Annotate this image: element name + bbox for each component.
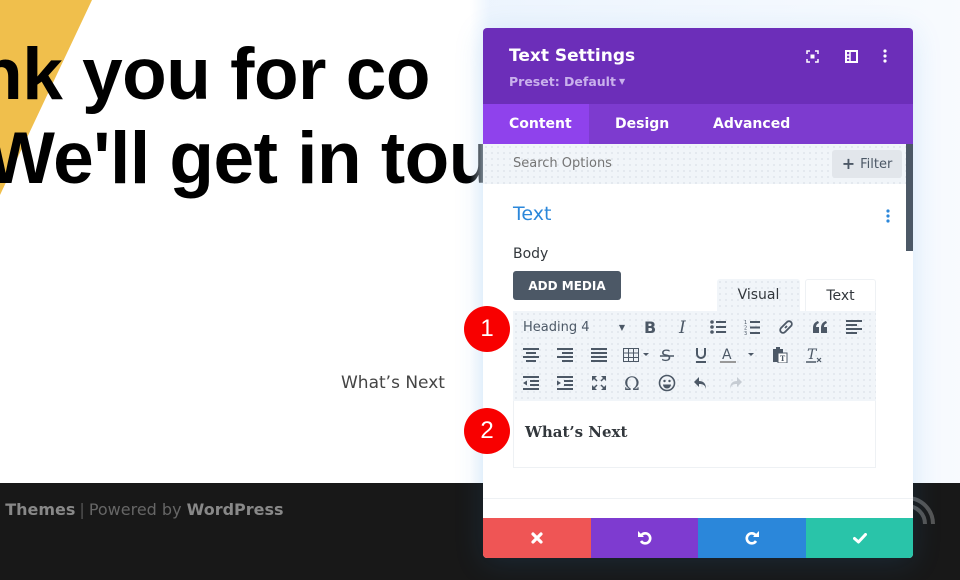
paste-as-text-icon[interactable]: T bbox=[767, 343, 793, 367]
svg-text:S: S bbox=[661, 347, 671, 363]
footer-powered-by: Powered by bbox=[88, 500, 182, 519]
preset-label: Preset: Default bbox=[509, 74, 616, 89]
format-select[interactable]: Heading 4 ▼ bbox=[523, 315, 625, 339]
filter-button[interactable]: + Filter bbox=[832, 150, 902, 178]
more-options-icon[interactable] bbox=[877, 48, 893, 64]
bold-icon[interactable]: B bbox=[637, 315, 663, 339]
svg-text:A: A bbox=[722, 347, 732, 363]
table-icon[interactable] bbox=[620, 343, 654, 367]
caret-down-icon: ▼ bbox=[618, 322, 625, 332]
settings-tabs: Content Design Advanced bbox=[483, 104, 913, 144]
editor-tab-text[interactable]: Text bbox=[805, 279, 876, 311]
format-select-value: Heading 4 bbox=[523, 319, 590, 335]
svg-text:B: B bbox=[644, 319, 656, 335]
align-right-icon[interactable] bbox=[552, 343, 578, 367]
whats-next-text: What’s Next bbox=[341, 373, 445, 393]
editor-tab-visual[interactable]: Visual bbox=[717, 279, 800, 311]
add-media-button[interactable]: ADD MEDIA bbox=[513, 271, 621, 300]
editor-heading-text: What’s Next bbox=[525, 423, 628, 441]
text-color-icon[interactable]: A bbox=[718, 343, 758, 367]
preset-selector[interactable]: Preset: Default ▼ bbox=[509, 74, 625, 89]
align-center-icon[interactable] bbox=[518, 343, 544, 367]
fullscreen-editor-icon[interactable] bbox=[586, 371, 612, 395]
checkmark-icon bbox=[852, 532, 867, 543]
strikethrough-icon[interactable]: S bbox=[654, 343, 680, 367]
editor-toolbar: Heading 4 ▼ B I 123 S A T T Ω bbox=[513, 311, 876, 401]
cancel-button[interactable] bbox=[483, 518, 591, 558]
svg-text:T: T bbox=[807, 347, 818, 363]
svg-text:Ω: Ω bbox=[624, 374, 640, 392]
close-icon bbox=[531, 532, 543, 544]
clear-formatting-icon[interactable]: T bbox=[801, 343, 827, 367]
annotation-badge-2: 2 bbox=[464, 408, 510, 454]
undo-button[interactable] bbox=[591, 518, 698, 558]
link-icon[interactable] bbox=[773, 315, 799, 339]
panel-action-bar bbox=[483, 518, 913, 558]
filter-label: Filter bbox=[860, 156, 893, 172]
indent-icon[interactable] bbox=[552, 371, 578, 395]
panel-scrollbar[interactable] bbox=[906, 144, 913, 251]
body-label: Body bbox=[513, 246, 549, 262]
save-button[interactable] bbox=[806, 518, 913, 558]
page: ank you for co We'll get in tou What’s N… bbox=[0, 0, 960, 580]
svg-text:I: I bbox=[678, 319, 686, 335]
blockquote-icon[interactable] bbox=[807, 315, 833, 339]
editor-content-area[interactable]: What’s Next bbox=[513, 401, 876, 468]
hero-heading-line-2: We'll get in tou bbox=[0, 118, 493, 199]
panel-divider bbox=[483, 498, 913, 499]
panel-header: Text Settings Preset: Default ▼ bbox=[483, 28, 913, 104]
tab-advanced[interactable]: Advanced bbox=[687, 104, 790, 144]
footer-wordpress-link[interactable]: WordPress bbox=[187, 500, 284, 519]
underline-icon[interactable] bbox=[688, 343, 714, 367]
search-options-input[interactable] bbox=[513, 156, 773, 171]
footer-theme-link[interactable]: t Themes bbox=[0, 500, 75, 519]
svg-text:3: 3 bbox=[744, 331, 747, 335]
italic-icon[interactable]: I bbox=[671, 315, 697, 339]
annotation-badge-1: 1 bbox=[464, 306, 510, 352]
tab-content[interactable]: Content bbox=[483, 104, 589, 144]
footer-separator: | bbox=[79, 500, 85, 519]
justify-icon[interactable] bbox=[586, 343, 612, 367]
bullet-list-icon[interactable] bbox=[705, 315, 731, 339]
plus-icon: + bbox=[841, 154, 856, 173]
section-title-text[interactable]: Text bbox=[513, 203, 551, 225]
toolbar-row-2: S A T T bbox=[513, 341, 876, 369]
svg-text:T: T bbox=[780, 354, 786, 363]
panel-title: Text Settings bbox=[509, 46, 636, 66]
hero-heading-line-1: ank you for co bbox=[0, 34, 430, 115]
caret-down-icon: ▼ bbox=[618, 77, 626, 86]
toolbar-row-1: Heading 4 ▼ B I 123 bbox=[513, 313, 876, 341]
footer-credits: t Themes | Powered by WordPress bbox=[0, 500, 284, 519]
text-settings-panel: Text Settings Preset: Default ▼ Content D… bbox=[483, 28, 913, 558]
undo-edit-icon[interactable] bbox=[688, 371, 714, 395]
redo-icon bbox=[745, 531, 759, 545]
tab-design[interactable]: Design bbox=[589, 104, 687, 144]
undo-icon bbox=[637, 531, 652, 545]
emoji-icon[interactable] bbox=[654, 371, 680, 395]
special-character-icon[interactable]: Ω bbox=[620, 371, 646, 395]
split-view-icon[interactable] bbox=[843, 48, 859, 64]
redo-edit-icon[interactable] bbox=[722, 371, 748, 395]
toolbar-row-3: Ω bbox=[513, 369, 876, 397]
outdent-icon[interactable] bbox=[518, 371, 544, 395]
section-options-icon[interactable] bbox=[884, 208, 892, 224]
numbered-list-icon[interactable]: 123 bbox=[739, 315, 765, 339]
redo-button[interactable] bbox=[698, 518, 806, 558]
fullscreen-icon[interactable] bbox=[804, 48, 820, 64]
search-bar: + Filter bbox=[483, 144, 913, 184]
align-left-icon[interactable] bbox=[841, 315, 867, 339]
